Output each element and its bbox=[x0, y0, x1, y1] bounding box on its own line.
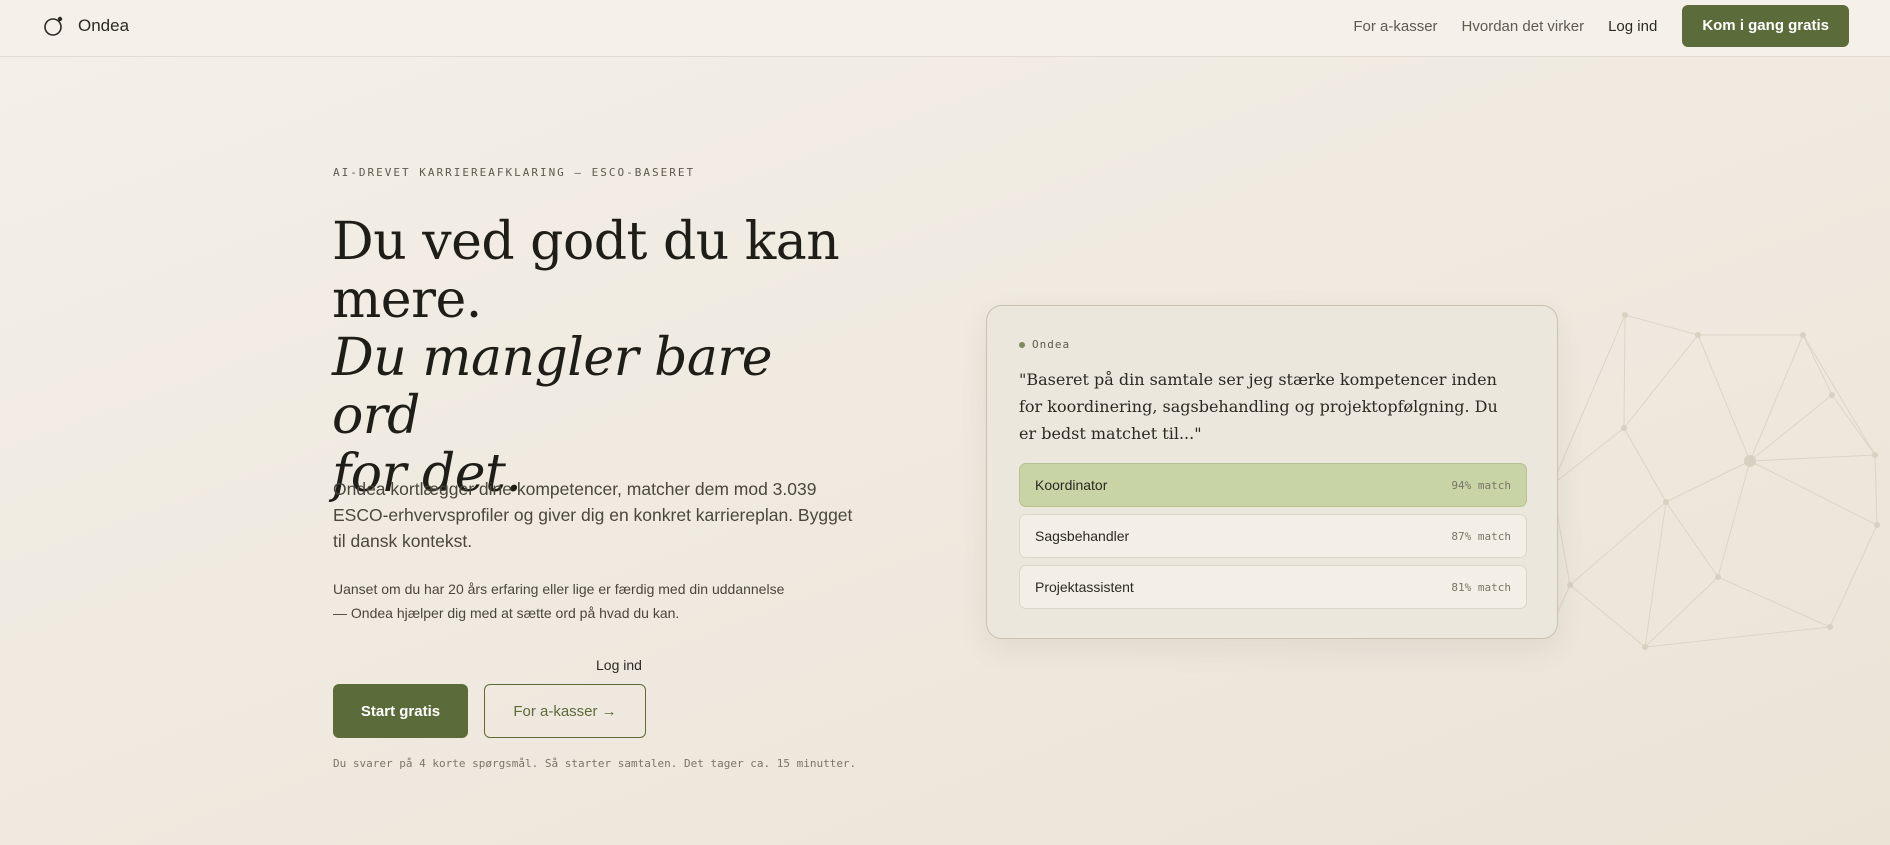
headline-line: mere. bbox=[332, 270, 482, 330]
match-preview-card: Ondea "Baseret på din samtale ser jeg st… bbox=[986, 305, 1558, 639]
network-graphic bbox=[1549, 312, 1880, 650]
nav-link-a-kasser[interactable]: For a-kasser bbox=[1353, 18, 1437, 35]
hero-login-link[interactable]: Log ind bbox=[596, 657, 642, 673]
match-item: Sagsbehandler 87% match bbox=[1019, 514, 1527, 558]
get-started-button[interactable]: Kom i gang gratis bbox=[1682, 5, 1849, 47]
brand-logo[interactable]: Ondea bbox=[42, 14, 129, 38]
brand-name: Ondea bbox=[78, 16, 130, 35]
hero-subtext: Uanset om du har 20 års erfaring eller l… bbox=[333, 581, 785, 621]
match-name: Koordinator bbox=[1035, 477, 1108, 493]
match-list: Koordinator 94% match Sagsbehandler 87% … bbox=[1019, 463, 1527, 616]
match-score: 94% match bbox=[1451, 478, 1511, 492]
hero-eyebrow: AI-DREVET KARRIEREAFKLARING — ESCO-BASER… bbox=[333, 166, 696, 179]
hero-lead: Ondea kortlægger dine kompetencer, match… bbox=[333, 479, 853, 551]
match-score: 87% match bbox=[1451, 529, 1511, 543]
hero-note: Du svarer på 4 korte spørgsmål. Så start… bbox=[333, 757, 857, 770]
nav-login-link[interactable]: Log ind bbox=[1608, 18, 1657, 35]
status-dot-icon bbox=[1019, 341, 1025, 348]
for-a-kasser-button[interactable]: For a-kasser → bbox=[484, 684, 646, 738]
headline-line: Du ved godt du kan bbox=[332, 212, 840, 272]
ondea-logo-icon bbox=[44, 16, 63, 36]
nav-link-how-it-works[interactable]: Hvordan det virker bbox=[1462, 18, 1585, 35]
match-name: Sagsbehandler bbox=[1035, 528, 1130, 544]
hero-headline: Du ved godt du kan mere. Du mangler bare… bbox=[332, 213, 872, 503]
match-item: Koordinator 94% match bbox=[1019, 463, 1527, 507]
match-score: 81% match bbox=[1451, 580, 1511, 594]
card-badge: Ondea bbox=[1019, 338, 1070, 351]
headline-line-italic: Du mangler bare ord bbox=[332, 328, 773, 446]
top-navigation: Ondea For a-kasser Hvordan det virker Lo… bbox=[0, 0, 1890, 57]
nav-links: For a-kasser Hvordan det virker Log ind … bbox=[1353, 5, 1849, 47]
start-free-button[interactable]: Start gratis bbox=[333, 684, 468, 738]
card-quote: "Baseret på din samtale ser jeg stærke k… bbox=[1019, 370, 1498, 443]
card-badge-label: Ondea bbox=[1032, 338, 1071, 351]
match-item: Projektassistent 81% match bbox=[1019, 565, 1527, 609]
match-name: Projektassistent bbox=[1035, 579, 1134, 595]
